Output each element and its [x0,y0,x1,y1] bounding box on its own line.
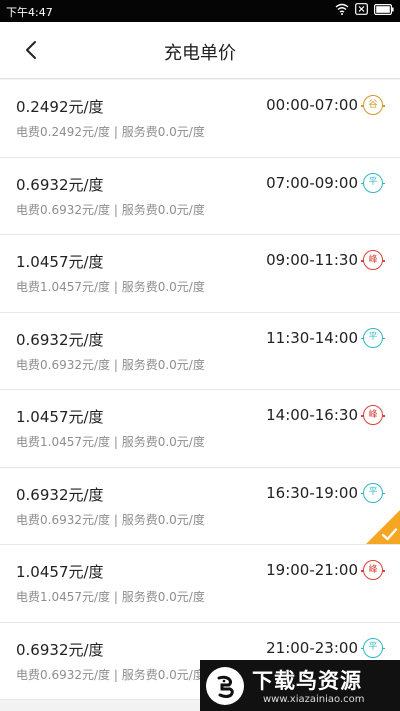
status-time: 下午4:47 [6,6,53,19]
price-detail: 电费0.6932元/度 | 服务费0.0元/度 [16,667,205,682]
price-row[interactable]: 0.6932元/度 电费0.6932元/度 | 服务费0.0元/度 07:00-… [0,157,400,235]
time-range: 16:30-19:00 [266,483,358,502]
price-detail: 电费0.6932元/度 | 服务费0.0元/度 [16,512,205,527]
price-value: 0.6932元/度 [16,640,104,659]
price-value: 1.0457元/度 [16,408,104,426]
status-bar: 下午4:47 [0,0,400,22]
price-value: 0.6932元/度 [16,175,104,194]
price-row[interactable]: 1.0457元/度 电费1.0457元/度 | 服务费0.0元/度 09:00-… [0,235,400,313]
price-detail: 电费1.0457元/度 | 服务费0.0元/度 [16,435,205,449]
time-range: 00:00-07:00 [266,96,358,114]
time-range: 19:00-21:00 [266,561,358,579]
price-detail: 电费1.0457元/度 | 服务费0.0元/度 [16,280,205,294]
time-range: 11:30-14:00 [266,328,358,347]
time-range: 07:00-09:00 [266,173,358,192]
peak-tag-icon: 峰 [361,250,385,270]
battery-icon [374,3,394,15]
price-row[interactable]: 1.0457元/度 电费1.0457元/度 | 服务费0.0元/度 14:00-… [0,390,400,468]
wifi-icon [335,3,349,15]
price-value: 1.0457元/度 [16,563,104,581]
flat-tag-icon: 平 [361,482,385,503]
bird-logo-icon [206,667,244,705]
time-range: 09:00-11:30 [266,251,358,269]
peak-tag-icon: 峰 [361,405,385,425]
watermark-title: 下载鸟资源 [252,669,362,693]
close-box-icon [355,3,368,15]
price-list: 0.2492元/度 电费0.2492元/度 | 服务费0.0元/度 00:00-… [0,80,400,700]
status-icons [335,3,394,15]
price-row[interactable]: 1.0457元/度 电费1.0457元/度 | 服务费0.0元/度 19:00-… [0,545,400,623]
watermark-url: www.xiazainiao.com [263,694,365,705]
price-value: 0.6932元/度 [16,485,104,504]
header: 充电单价 [0,22,400,79]
flat-tag-icon: 平 [361,327,385,348]
price-row[interactable]: 0.6932元/度 电费0.6932元/度 | 服务费0.0元/度 11:30-… [0,312,400,390]
page-title: 充电单价 [164,43,236,64]
price-value: 0.6932元/度 [16,330,104,349]
flat-tag-icon: 平 [361,172,385,193]
selected-check-icon [366,510,400,544]
peak-tag-icon: 峰 [361,560,385,580]
price-value: 1.0457元/度 [16,253,104,271]
price-detail: 电费0.6932元/度 | 服务费0.0元/度 [16,357,205,372]
time-range: 14:00-16:30 [266,406,358,424]
time-range: 21:00-23:00 [266,638,358,657]
price-detail: 电费0.6932元/度 | 服务费0.0元/度 [16,202,205,217]
price-detail: 电费0.2492元/度 | 服务费0.0元/度 [16,125,205,139]
price-row[interactable]: 0.2492元/度 电费0.2492元/度 | 服务费0.0元/度 00:00-… [0,80,400,158]
valley-tag-icon: 谷 [361,95,385,115]
flat-tag-icon: 平 [361,637,385,658]
watermark: 下载鸟资源 www.xiazainiao.com [200,660,400,711]
price-row-selected[interactable]: 0.6932元/度 电费0.6932元/度 | 服务费0.0元/度 16:30-… [0,467,400,545]
price-value: 0.2492元/度 [16,98,104,116]
price-detail: 电费1.0457元/度 | 服务费0.0元/度 [16,590,205,604]
